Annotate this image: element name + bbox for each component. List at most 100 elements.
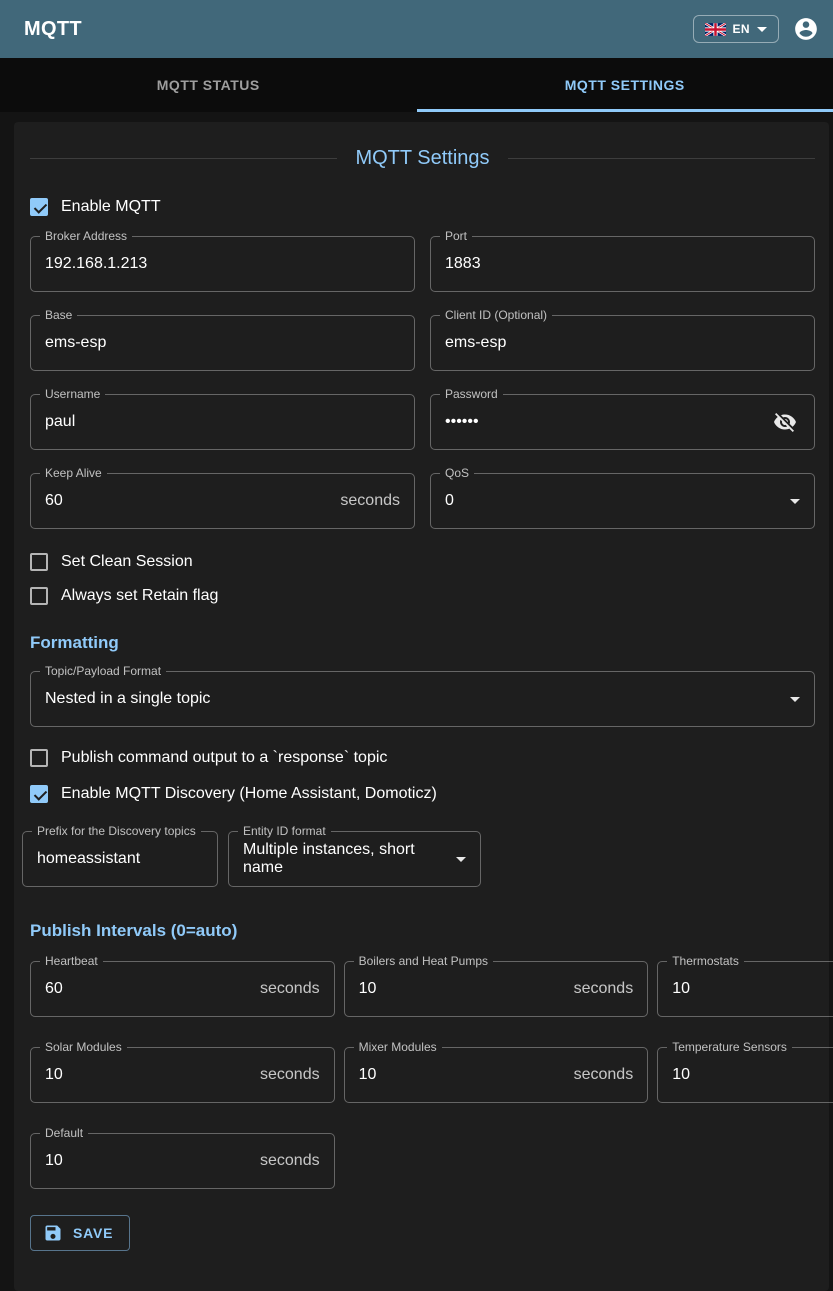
default-interval-unit: seconds — [260, 1152, 320, 1170]
heartbeat-field: Heartbeat seconds — [30, 961, 335, 1017]
save-icon — [43, 1223, 63, 1243]
username-field: Username — [30, 394, 415, 450]
section-title-row: MQTT Settings — [30, 144, 815, 172]
client-id-field: Client ID (Optional) — [430, 315, 815, 371]
toggle-password-visibility-button[interactable] — [770, 407, 800, 437]
settings-card: MQTT Settings Enable MQTT Broker Address… — [14, 122, 829, 1291]
keep-alive-input[interactable] — [45, 492, 332, 510]
thermostats-field: Thermostats seconds — [657, 961, 833, 1017]
heartbeat-unit: seconds — [260, 980, 320, 998]
temperature-sensors-field: Temperature Sensors seconds — [657, 1047, 833, 1103]
broker-address-input[interactable] — [45, 255, 400, 273]
mqtt-discovery-checkbox-row[interactable]: Enable MQTT Discovery (Home Assistant, D… — [30, 785, 815, 803]
boilers-unit: seconds — [574, 980, 634, 998]
save-button[interactable]: SAVE — [30, 1215, 130, 1251]
qos-value: 0 — [445, 492, 782, 510]
topic-format-label: Topic/Payload Format — [40, 664, 166, 678]
language-code: EN — [733, 22, 750, 36]
enable-mqtt-checkbox-row[interactable]: Enable MQTT — [30, 198, 815, 216]
keep-alive-unit: seconds — [340, 492, 400, 510]
dropdown-arrow-icon — [790, 499, 800, 504]
tab-bar: MQTT STATUS MQTT SETTINGS — [0, 58, 833, 112]
solar-modules-field: Solar Modules seconds — [30, 1047, 335, 1103]
mqtt-discovery-checkbox[interactable] — [30, 785, 48, 803]
broker-address-field: Broker Address — [30, 236, 415, 292]
thermostats-label: Thermostats — [667, 954, 744, 968]
entity-id-format-label: Entity ID format — [238, 824, 331, 838]
publish-intervals-heading: Publish Intervals (0=auto) — [30, 921, 815, 941]
heartbeat-input[interactable] — [45, 980, 252, 998]
entity-id-format-select[interactable]: Entity ID format Multiple instances, sho… — [228, 831, 481, 887]
thermostats-input[interactable] — [672, 980, 833, 998]
temperature-sensors-label: Temperature Sensors — [667, 1040, 792, 1054]
discovery-prefix-field: Prefix for the Discovery topics — [22, 831, 218, 887]
port-input[interactable] — [445, 255, 800, 273]
default-interval-label: Default — [40, 1126, 88, 1140]
broker-address-label: Broker Address — [40, 229, 132, 243]
keep-alive-label: Keep Alive — [40, 466, 107, 480]
topic-format-select[interactable]: Topic/Payload Format Nested in a single … — [30, 671, 815, 727]
default-interval-input[interactable] — [45, 1152, 252, 1170]
discovery-prefix-label: Prefix for the Discovery topics — [32, 824, 201, 838]
retain-flag-checkbox-row[interactable]: Always set Retain flag — [30, 587, 815, 605]
retain-flag-checkbox[interactable] — [30, 587, 48, 605]
password-input[interactable] — [445, 413, 770, 431]
discovery-prefix-input[interactable] — [37, 850, 203, 868]
mqtt-discovery-label: Enable MQTT Discovery (Home Assistant, D… — [61, 785, 437, 803]
tab-mqtt-status[interactable]: MQTT STATUS — [0, 58, 417, 112]
chevron-down-icon — [757, 27, 767, 32]
solar-modules-label: Solar Modules — [40, 1040, 127, 1054]
enable-mqtt-checkbox[interactable] — [30, 198, 48, 216]
client-id-label: Client ID (Optional) — [440, 308, 552, 322]
username-label: Username — [40, 387, 105, 401]
boilers-field: Boilers and Heat Pumps seconds — [344, 961, 649, 1017]
qos-select[interactable]: QoS 0 — [430, 473, 815, 529]
base-field: Base — [30, 315, 415, 371]
formatting-heading: Formatting — [30, 633, 815, 653]
port-field: Port — [430, 236, 815, 292]
temperature-sensors-input[interactable] — [672, 1066, 833, 1084]
base-input[interactable] — [45, 334, 400, 352]
solar-modules-unit: seconds — [260, 1066, 320, 1084]
dropdown-arrow-icon — [456, 857, 466, 862]
entity-id-format-value: Multiple instances, short name — [243, 841, 448, 877]
dropdown-arrow-icon — [790, 697, 800, 702]
mixer-modules-label: Mixer Modules — [354, 1040, 442, 1054]
mixer-modules-unit: seconds — [574, 1066, 634, 1084]
keep-alive-field: Keep Alive seconds — [30, 473, 415, 529]
enable-mqtt-label: Enable MQTT — [61, 198, 161, 216]
tab-mqtt-settings[interactable]: MQTT SETTINGS — [417, 58, 833, 112]
uk-flag-icon — [705, 23, 726, 36]
page-title: MQTT — [24, 18, 82, 41]
base-label: Base — [40, 308, 77, 322]
client-id-input[interactable] — [445, 334, 800, 352]
port-label: Port — [440, 229, 472, 243]
app-bar: MQTT EN — [0, 0, 833, 58]
publish-response-checkbox-row[interactable]: Publish command output to a `response` t… — [30, 749, 815, 767]
divider — [508, 158, 815, 159]
qos-label: QoS — [440, 466, 474, 480]
username-input[interactable] — [45, 413, 400, 431]
heartbeat-label: Heartbeat — [40, 954, 103, 968]
boilers-label: Boilers and Heat Pumps — [354, 954, 493, 968]
visibility-off-icon — [773, 410, 797, 434]
password-label: Password — [440, 387, 503, 401]
solar-modules-input[interactable] — [45, 1066, 252, 1084]
section-title: MQTT Settings — [355, 147, 489, 170]
clean-session-checkbox[interactable] — [30, 553, 48, 571]
save-button-label: SAVE — [73, 1225, 113, 1241]
mixer-modules-input[interactable] — [359, 1066, 566, 1084]
account-circle-icon — [793, 16, 819, 42]
retain-flag-label: Always set Retain flag — [61, 587, 218, 605]
language-selector[interactable]: EN — [693, 15, 779, 43]
divider — [30, 158, 337, 159]
default-interval-field: Default seconds — [30, 1133, 335, 1189]
clean-session-label: Set Clean Session — [61, 553, 193, 571]
password-field: Password — [430, 394, 815, 450]
publish-response-checkbox[interactable] — [30, 749, 48, 767]
boilers-input[interactable] — [359, 980, 566, 998]
mixer-modules-field: Mixer Modules seconds — [344, 1047, 649, 1103]
topic-format-value: Nested in a single topic — [45, 690, 782, 708]
clean-session-checkbox-row[interactable]: Set Clean Session — [30, 553, 815, 571]
account-button[interactable] — [793, 16, 819, 42]
